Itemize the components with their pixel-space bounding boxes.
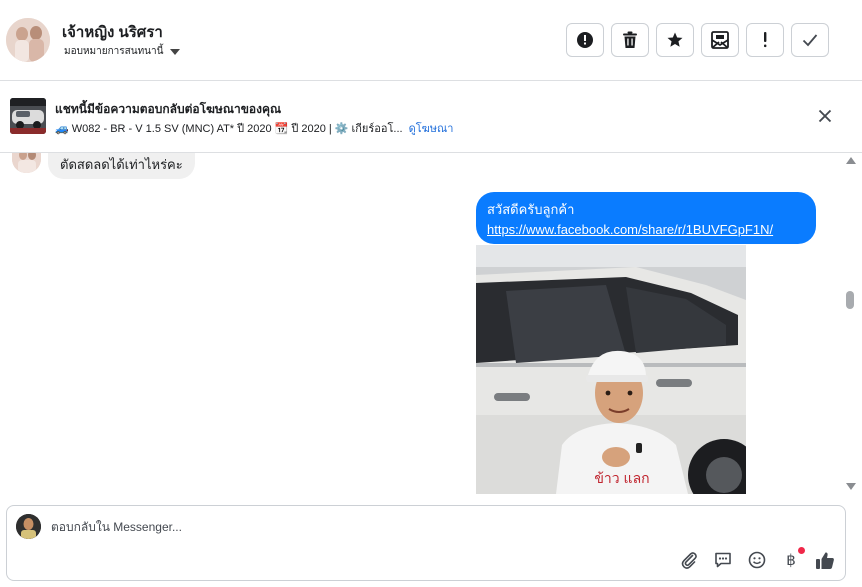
composer-tools: ฿ [679,547,835,570]
shirt-print: ข้าว แลก [594,470,649,486]
follow-up-button[interactable] [746,23,784,57]
emoji-icon [748,551,766,569]
close-banner-button[interactable] [816,107,834,125]
ad-detail-text: W082 - BR - V 1.5 SV (MNC) AT* ปี 2020 [71,123,272,135]
reply-input[interactable] [51,516,651,538]
message-thread[interactable]: ตัดสดลดได้เท่าไหร่คะ สวัสดีครับลูกค้า ht… [0,153,842,494]
ad-details: 🚙 W082 - BR - V 1.5 SV (MNC) AT* ปี 2020… [55,119,453,137]
spam-button[interactable] [566,23,604,57]
check-icon [802,34,818,47]
sender-avatar [12,153,41,173]
saved-reply-icon [715,552,731,568]
scroll-down-arrow-icon[interactable] [846,483,856,490]
ad-context-banner: แชทนี้มีข้อความตอบกลับต่อโฆษณาของคุณ 🚙 W… [0,81,862,153]
car-emoji-icon: 🚙 [55,122,69,135]
saved-replies-button[interactable] [713,550,733,570]
baht-icon: ฿ [786,552,796,569]
thread-scrollbar[interactable] [842,153,862,494]
payment-button[interactable]: ฿ [781,547,805,570]
scroll-up-arrow-icon[interactable] [846,157,856,164]
alert-circle-icon [577,32,593,48]
page-avatar [16,514,41,539]
calendar-emoji-icon: 📆 [274,122,289,135]
ad-year: ปี 2020 | [291,123,332,135]
emoji-button[interactable] [747,550,767,570]
outgoing-greeting: สวัสดีครับลูกค้า [487,202,575,217]
ad-gear-text: เกียร์ออโ... [351,123,403,135]
contact-name[interactable]: เจ้าหญิง นริศรา [62,20,163,44]
assign-conversation-dropdown[interactable]: มอบหมายการสนทนานี้ [64,44,181,59]
scroll-thumb[interactable] [846,291,854,309]
view-ad-link[interactable]: ดูโฆษณา [409,119,454,137]
notification-dot [798,547,805,554]
delete-button[interactable] [611,23,649,57]
like-button[interactable] [815,550,835,570]
done-button[interactable] [791,23,829,57]
incoming-message[interactable]: ตัดสดลดได้เท่าไหร่คะ [48,153,195,179]
attach-button[interactable] [679,550,699,570]
ad-title: แชทนี้มีข้อความตอบกลับต่อโฆษณาของคุณ [55,102,282,116]
attach-icon [681,552,697,569]
trash-icon [623,31,637,48]
close-icon [818,109,832,123]
caret-down-icon [170,48,181,55]
gear-emoji-icon: ⚙️ [334,122,349,135]
outgoing-message[interactable]: สวัสดีครับลูกค้า https://www.facebook.co… [476,192,816,244]
conversation-header: เจ้าหญิง นริศรา มอบหมายการสนทนานี้ [0,0,862,81]
header-actions [566,23,829,57]
star-icon [667,32,683,47]
mark-unread-button[interactable] [701,23,739,57]
assign-label: มอบหมายการสนทนานี้ [64,46,164,57]
thumbs-up-icon [816,551,834,569]
mail-unread-icon [711,31,729,49]
ad-thumbnail[interactable] [10,98,46,134]
star-button[interactable] [656,23,694,57]
composer-area: ฿ [0,494,862,587]
contact-avatar[interactable] [6,18,50,62]
reply-composer[interactable]: ฿ [6,505,846,581]
shared-photo[interactable]: ข้าว แลก [476,245,746,494]
exclamation-icon [764,32,767,48]
shared-link[interactable]: https://www.facebook.com/share/r/1BUVFGp… [487,220,805,240]
